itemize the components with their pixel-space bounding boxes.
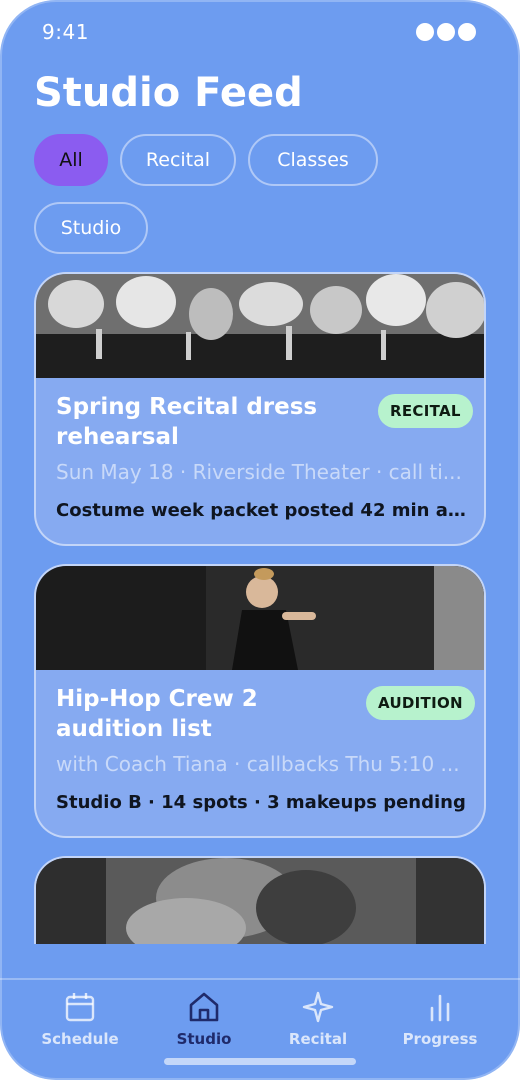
status-time: 9:41 [42, 20, 89, 44]
sparkle-icon [302, 991, 334, 1023]
feed-card[interactable]: Spring Recital dress rehearsal RECITAL S… [34, 272, 486, 546]
page-title: Studio Feed [34, 70, 303, 116]
filter-chip-studio[interactable]: Studio [34, 202, 148, 254]
card-title: Hip-Hop Crew 2 audition list [56, 686, 258, 742]
more-dots-icon[interactable] [416, 23, 478, 41]
filter-chip-recital[interactable]: Recital [120, 134, 236, 186]
feed-card[interactable]: Hip-Hop Crew 2 audition list AUDITION wi… [34, 564, 486, 838]
tab-recital[interactable]: Recital [258, 990, 378, 1060]
tab-studio[interactable]: Studio [144, 990, 264, 1060]
feed-card[interactable] [34, 856, 486, 944]
card-subtitle: Sun May 18 · Riverside Theater · call ti… [56, 460, 462, 484]
calendar-icon [65, 993, 95, 1022]
tab-label: Progress [402, 1030, 478, 1048]
card-image-audition [36, 566, 484, 670]
card-image-recital [36, 274, 484, 378]
card-image-partner [36, 858, 484, 944]
status-bar: 9:41 [0, 0, 520, 64]
home-icon [189, 992, 219, 1022]
filter-chip-classes[interactable]: Classes [248, 134, 378, 186]
home-indicator[interactable] [164, 1058, 356, 1065]
tab-label: Studio [176, 1030, 232, 1048]
card-meta: Costume week packet posted 42 min ago ·.… [56, 500, 468, 521]
bar-chart-icon [430, 994, 450, 1022]
tab-schedule[interactable]: Schedule [20, 990, 140, 1060]
status-badge: RECITAL [378, 394, 473, 428]
tab-progress[interactable]: Progress [380, 990, 500, 1060]
card-title: Spring Recital dress rehearsal [56, 394, 318, 450]
status-badge: AUDITION [366, 686, 475, 720]
card-meta: Studio B · 14 spots · 3 makeups pending [56, 792, 466, 813]
tab-label: Recital [288, 1030, 348, 1048]
filter-chip-all[interactable]: All [34, 134, 108, 186]
tab-label: Schedule [41, 1030, 119, 1048]
card-subtitle: with Coach Tiana · callbacks Thu 5:10 ..… [56, 752, 460, 776]
phone-screen: 9:41 Studio Feed All Recital Classes Stu… [0, 0, 520, 1080]
